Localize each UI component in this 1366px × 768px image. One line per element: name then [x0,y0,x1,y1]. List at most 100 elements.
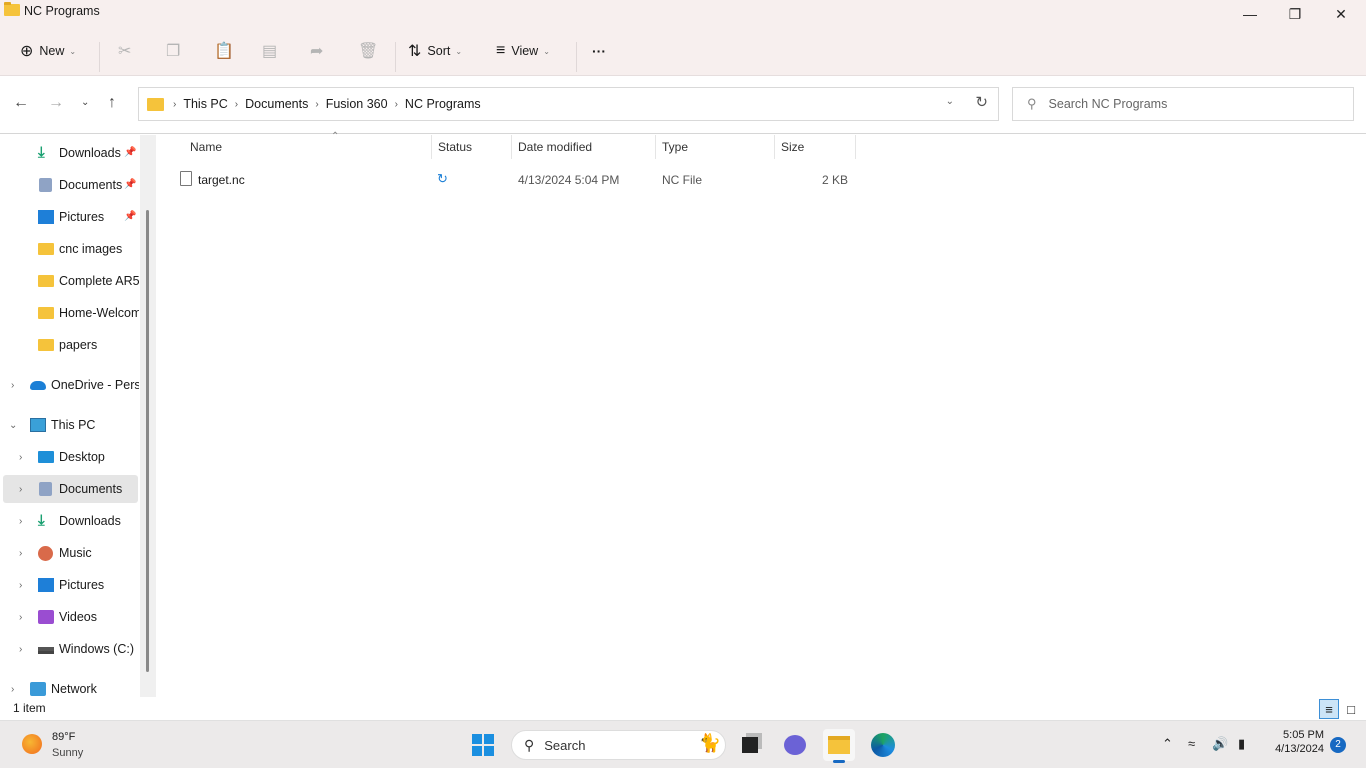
sidebar-scrollbar-thumb[interactable] [146,210,149,672]
close-button[interactable]: ✕ [1318,0,1364,28]
task-view-button[interactable] [734,729,766,761]
divider [395,42,396,72]
restore-button[interactable]: ❐ [1272,0,1318,28]
new-button[interactable]: ⊕ New ⌄ [20,38,76,64]
cut-button[interactable]: ✂ [118,38,131,64]
chat-icon [784,735,806,755]
column-header-name[interactable]: Name ⌃ [184,131,432,159]
arrow-left-icon: ← [13,94,29,111]
sidebar-item-onedrive[interactable]: › OneDrive - Personal [0,371,139,399]
chevron-right-icon[interactable]: › [19,612,22,623]
sidebar-item-this-pc[interactable]: ⌄ This PC [0,411,139,439]
file-row[interactable]: target.nc ↻ 4/13/2024 5:04 PM NC File 2 … [176,169,856,191]
copy-button[interactable]: ❐ [166,38,180,64]
sidebar-item-home-welcome[interactable]: Home-Welcome [0,299,139,327]
up-button[interactable]: ↑ [108,94,116,112]
sidebar-item-windows-c[interactable]: › Windows (C:) [0,635,139,663]
rename-button[interactable]: ▤ [262,38,277,64]
navigation-pane: ⤓ Downloads 📌 Documents 📌 Pictures 📌 cnc… [0,135,156,697]
restore-icon: ❐ [1288,5,1302,22]
chevron-right-icon[interactable]: › [19,484,22,495]
breadcrumb-fusion-360[interactable]: Fusion 360 [326,97,388,111]
column-header-type[interactable]: Type [656,135,775,159]
battery-icon[interactable]: ▮ [1238,736,1245,752]
taskbar-search-label: Search [544,737,586,753]
sidebar-item-pictures[interactable]: › Pictures [0,571,139,599]
search-input[interactable]: ⚲ Search NC Programs [1012,87,1354,121]
folder-icon [4,2,20,16]
back-button[interactable]: ← [13,94,29,112]
more-icon: ··· [592,43,606,59]
sidebar-item-complete-ar50[interactable]: Complete AR50 [0,267,139,295]
sidebar-item-desktop[interactable]: › Desktop [0,443,139,471]
pin-icon: 📌 [124,147,137,158]
sidebar-item-music[interactable]: › Music [0,539,139,567]
edge-button[interactable] [867,729,899,761]
delete-button[interactable]: 🗑 [358,38,378,64]
breadcrumb-this-pc[interactable]: This PC [183,97,227,111]
chevron-right-icon[interactable]: › [19,452,22,463]
breadcrumb-documents[interactable]: Documents [245,97,308,111]
sidebar-item-downloads-pinned[interactable]: ⤓ Downloads 📌 [0,139,139,167]
file-explorer-taskbar-button[interactable] [823,729,855,763]
address-dropdown-button[interactable]: ⌄ [946,96,954,107]
sidebar-item-cnc-images[interactable]: cnc images [0,235,139,263]
refresh-icon: ↻ [975,94,988,111]
tiles-view-icon: □ [1347,701,1355,717]
weather-temperature: 89°F [52,731,76,743]
share-button[interactable]: ➦ [310,38,323,64]
documents-icon [39,178,52,192]
file-list: Name ⌃ Status Date modified Type Size ta… [156,131,1366,697]
sidebar-item-papers[interactable]: papers [0,331,139,359]
show-hidden-icons-button[interactable]: ⌃ [1162,736,1173,752]
chevron-down-icon[interactable]: ⌄ [9,420,17,431]
more-options-button[interactable]: ··· [592,38,606,64]
taskbar: 89°F Sunny ⚲ Search 🐈 ⌃ ≈ 🔊 ▮ 5:05 PM 4/… [0,720,1366,768]
clock[interactable]: 5:05 PM 4/13/2024 [1262,729,1324,755]
minimize-button[interactable]: — [1227,0,1273,28]
chevron-down-icon: ⌄ [455,46,463,56]
chevron-right-icon[interactable]: › [19,548,22,559]
chevron-right-icon[interactable]: › [19,580,22,591]
sunny-icon [22,734,42,754]
refresh-button[interactable]: ↻ [975,93,988,111]
notification-badge[interactable]: 2 [1330,737,1346,753]
paste-button[interactable]: 📋 [214,38,234,64]
forward-button[interactable]: → [48,94,64,112]
chevron-right-icon[interactable]: › [19,516,22,527]
download-icon: ⤓ [38,144,45,161]
tiles-view-button[interactable]: □ [1341,699,1361,719]
sidebar-item-documents-pinned[interactable]: Documents 📌 [0,171,139,199]
share-icon: ➦ [310,43,324,60]
start-button[interactable] [472,734,494,756]
details-view-button[interactable]: ≡ [1319,699,1339,719]
item-count: 1 item [13,701,46,715]
chevron-right-icon[interactable]: › [11,380,14,391]
chevron-right-icon[interactable]: › [19,644,22,655]
rename-icon: ▤ [262,43,278,60]
folder-icon [38,339,54,351]
folder-icon [38,243,54,255]
sidebar-item-documents[interactable]: › Documents [3,475,138,503]
recent-locations-button[interactable]: ⌄ [81,97,89,108]
wifi-icon[interactable]: ≈ [1188,736,1195,751]
volume-icon[interactable]: 🔊 [1212,736,1228,752]
windows-logo-icon [472,734,482,744]
cut-icon: ✂ [118,43,132,60]
column-header-date-modified[interactable]: Date modified [512,135,656,159]
sidebar-item-pictures-pinned[interactable]: Pictures 📌 [0,203,139,231]
view-button[interactable]: ≡ View ⌄ [496,38,550,64]
music-icon [38,546,53,561]
column-header-status[interactable]: Status [432,135,512,159]
taskbar-search[interactable]: ⚲ Search 🐈 [511,730,726,760]
sidebar-item-downloads[interactable]: › ⤓ Downloads [0,507,139,535]
teams-chat-button[interactable] [779,729,811,761]
sidebar-item-videos[interactable]: › Videos [0,603,139,631]
column-header-size[interactable]: Size [775,135,856,159]
breadcrumb-nc-programs[interactable]: NC Programs [405,97,481,111]
sort-button[interactable]: ⇅ Sort ⌄ [408,38,462,64]
address-bar[interactable]: › This PC › Documents › Fusion 360 › NC … [138,87,999,121]
sort-label: Sort [427,44,451,58]
chevron-right-icon[interactable]: › [11,684,14,695]
pictures-icon [38,578,54,592]
